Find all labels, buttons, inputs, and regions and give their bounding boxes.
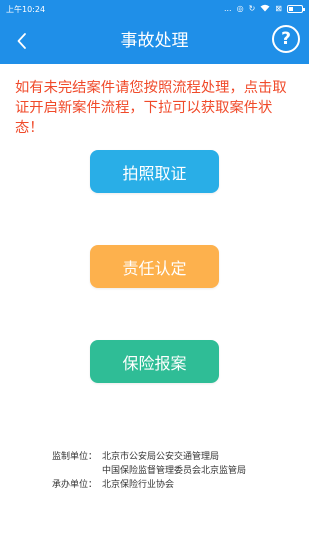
title-bar: 事故处理 ? — [0, 18, 309, 64]
battery-icon — [287, 5, 305, 13]
supervisor-1: 北京市公安局公安交通管理局 — [102, 452, 220, 462]
sim-icon: ⊠ — [275, 4, 282, 13]
insurance-report-button[interactable]: 保险报案 — [90, 340, 219, 383]
responsibility-button[interactable]: 责任认定 — [90, 245, 219, 288]
supervisor-2: 中国保险监督管理委员会北京监管局 — [102, 466, 247, 476]
status-bar: 上午10:24 ... ◎ ↻ ⊠ — [0, 0, 309, 18]
footer: 监制单位： 北京市公安局公安交通管理局 中国保险监督管理委员会北京监管局 承办单… — [52, 450, 292, 492]
battery-fill — [289, 7, 294, 11]
status-icons: ... ◎ ↻ ⊠ — [223, 4, 305, 14]
chevron-left-icon — [17, 33, 26, 49]
organizer-label: 承办单位： — [52, 480, 98, 490]
organizer-row: 承办单位： 北京保险行业协会 — [52, 478, 292, 492]
help-button[interactable]: ? — [272, 25, 300, 53]
more-dots-icon: ... — [223, 4, 232, 13]
page-title: 事故处理 — [120, 31, 189, 51]
photo-evidence-button[interactable]: 拍照取证 — [90, 150, 219, 193]
alarm-icon: ◎ — [236, 4, 244, 13]
status-time: 上午10:24 — [6, 4, 46, 14]
notice-text: 如有未完结案件请您按照流程处理，点击取证开启新案件流程，下拉可以获取案件状态！ — [15, 80, 287, 136]
back-button[interactable] — [10, 27, 34, 55]
supervisor-row: 监制单位： 北京市公安局公安交通管理局 — [52, 450, 292, 464]
organizer: 北京保险行业协会 — [102, 480, 175, 490]
supervisor-row-2: 中国保险监督管理委员会北京监管局 — [52, 464, 292, 478]
supervisor-label: 监制单位： — [52, 452, 98, 462]
wifi-icon — [260, 4, 270, 14]
sync-icon: ↻ — [248, 4, 256, 13]
